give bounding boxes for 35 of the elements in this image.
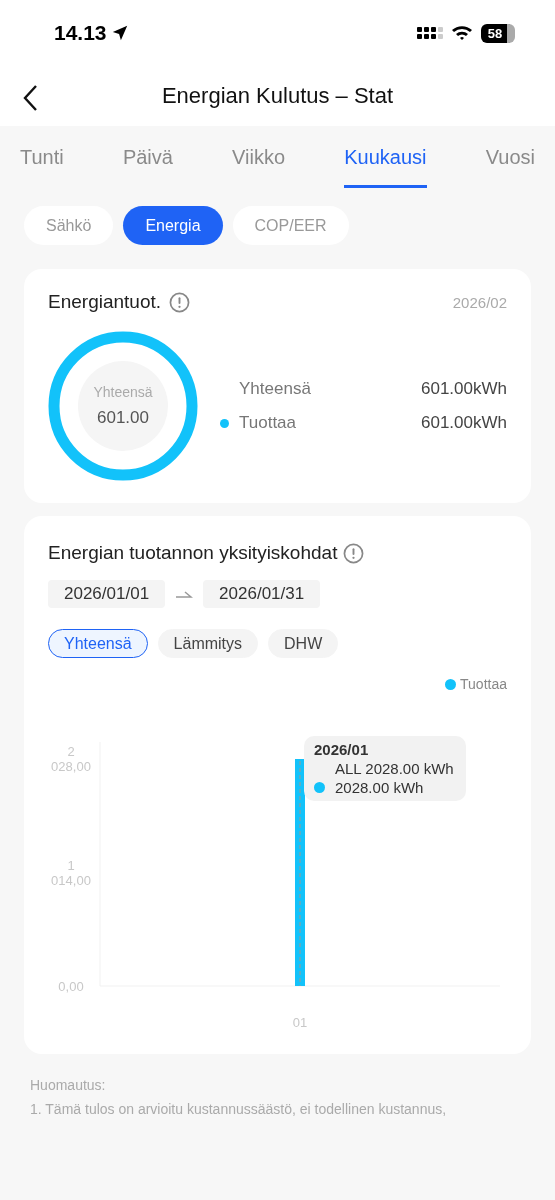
note-text: 1. Tämä tulos on arvioitu kustannussäästö, ei todellinen kustannus, <box>30 1101 448 1117</box>
screen-title: Energian Kulutus – Stat <box>161 83 394 109</box>
clock-time: 14.13 <box>54 21 107 45</box>
period-tab[interactable]: Kuukausi <box>344 146 427 188</box>
legend-value: 601.00kWh <box>421 379 507 399</box>
tooltip-text: ALL 2028.00 kWh <box>335 760 454 777</box>
period-tab[interactable]: Vuosi <box>485 146 535 188</box>
period-tab[interactable]: Viikko <box>232 146 286 188</box>
legend-value: 601.00kWh <box>421 413 507 433</box>
period-tab[interactable]: Päivä <box>122 146 173 188</box>
note-title: Huomautus: <box>30 1077 107 1093</box>
tooltip-text: 2028.00 kWh <box>335 779 424 796</box>
info-icon[interactable] <box>343 542 365 564</box>
legend-label: Yhteensä <box>239 379 311 399</box>
segment-button[interactable]: COP/EER <box>232 206 349 245</box>
legend-label: Tuottaa <box>239 413 297 433</box>
card-title: Energiantuot. <box>48 291 162 313</box>
donut-label: Yhteensä <box>93 384 153 400</box>
tooltip-title: 2026/01 <box>314 741 370 758</box>
donut-value: 601.00 <box>97 408 149 428</box>
period-tab[interactable]: Tunti <box>20 146 64 188</box>
legend-label: Tuottaa <box>460 676 507 692</box>
card-title: Energian tuotannon yksityiskohdat <box>48 542 338 564</box>
start-date-field[interactable]: 2026/01/01 <box>48 580 166 608</box>
battery-icon: 58 <box>481 23 515 43</box>
end-date-field[interactable]: 2026/01/31 <box>203 580 321 608</box>
filter-chip[interactable]: DHW <box>268 629 339 658</box>
wifi-icon <box>451 25 473 41</box>
segment-button[interactable]: Energia <box>123 206 223 245</box>
filter-chip[interactable]: Yhteensä <box>48 629 148 658</box>
signal-icon <box>417 25 443 41</box>
filter-chip[interactable]: Lämmitys <box>157 629 259 658</box>
segment-button[interactable]: Sähkö <box>24 206 114 245</box>
info-icon[interactable] <box>169 291 191 313</box>
period-date: 2026/02 <box>452 293 507 311</box>
